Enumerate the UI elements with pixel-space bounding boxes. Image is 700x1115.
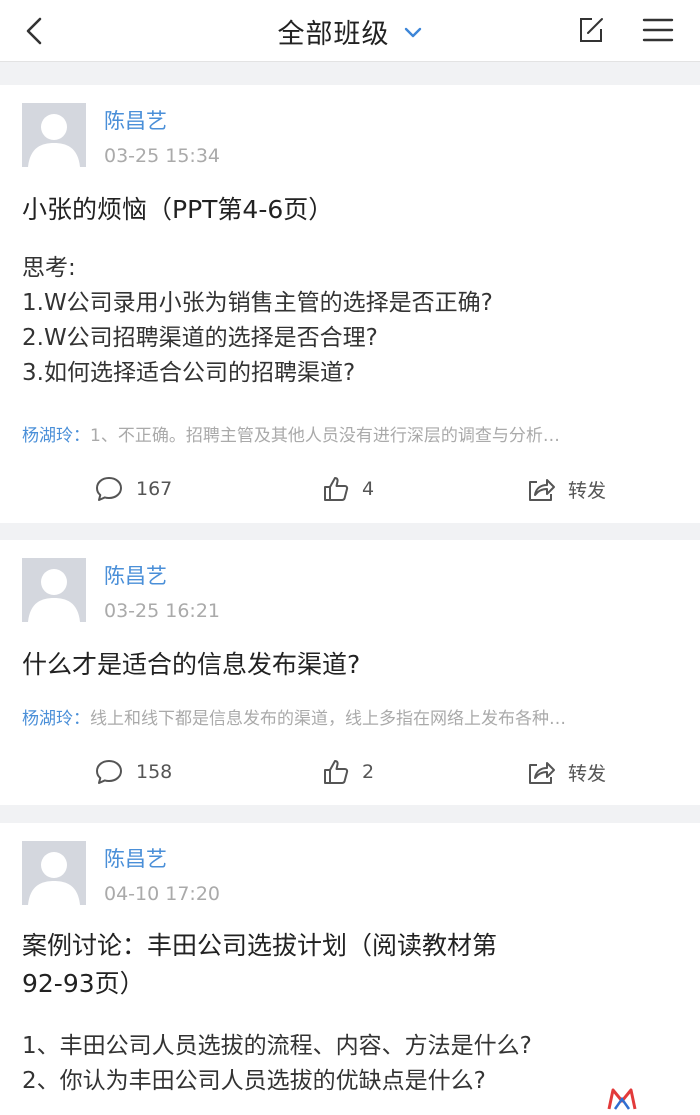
post-title: 小张的烦恼（PPT第4-6页）	[22, 195, 334, 224]
post-title-line: 92-93页）	[22, 969, 145, 998]
comment-icon	[96, 477, 122, 501]
top-nav-bar: 全部班级	[0, 0, 700, 62]
thumbs-up-icon	[324, 477, 349, 501]
post-body-line: 1、丰田公司人员选拔的流程、内容、方法是什么?	[22, 1033, 532, 1059]
comment-text: 线上和线下都是信息发布的渠道，线上多指在网络上发布各种…	[90, 709, 566, 729]
comment-button[interactable]: 158	[94, 752, 172, 792]
avatar[interactable]	[22, 103, 86, 167]
post-card[interactable]: 陈昌艺 04-10 17:20 案例讨论：丰田公司选拔计划（阅读教材第 92-9…	[0, 823, 700, 1115]
post-body-line: 3.如何选择适合公司的招聘渠道?	[22, 360, 356, 386]
logo-watermark-icon	[607, 1087, 637, 1111]
comment-author: 杨湖玲：	[22, 426, 90, 446]
share-button[interactable]: 转发	[526, 469, 606, 509]
comment-icon	[96, 760, 122, 784]
post-body: 1、丰田公司人员选拔的流程、内容、方法是什么? 2、你认为丰田公司人员选拔的优缺…	[22, 1029, 532, 1099]
comment-text: 1、不正确。招聘主管及其他人员没有进行深层的调查与分析…	[90, 426, 560, 446]
post-time: 03-25 16:21	[104, 600, 221, 622]
share-icon	[529, 762, 555, 784]
like-count: 4	[362, 478, 375, 500]
latest-comment[interactable]: 杨湖玲：1、不正确。招聘主管及其他人员没有进行深层的调查与分析…	[22, 421, 672, 446]
post-time: 04-10 17:20	[104, 883, 221, 905]
menu-icon[interactable]	[641, 15, 675, 45]
comment-button[interactable]: 167	[94, 469, 172, 509]
post-title-line: 案例讨论：丰田公司选拔计划（阅读教材第	[22, 931, 498, 960]
share-label: 转发	[568, 479, 607, 502]
like-count: 2	[362, 761, 375, 783]
post-body-line: 1.W公司录用小张为销售主管的选择是否正确?	[22, 290, 493, 316]
like-button[interactable]: 4	[322, 469, 374, 509]
post-body-line: 2、你认为丰田公司人员选拔的优缺点是什么?	[22, 1068, 486, 1094]
comment-count: 167	[136, 478, 173, 500]
post-card[interactable]: 陈昌艺 03-25 15:34 小张的烦恼（PPT第4-6页） 思考: 1.W公…	[0, 85, 700, 523]
post-card[interactable]: 陈昌艺 03-25 16:21 什么才是适合的信息发布渠道? 杨湖玲：线上和线下…	[0, 540, 700, 805]
avatar[interactable]	[22, 841, 86, 905]
share-icon	[529, 479, 555, 501]
chevron-down-icon	[403, 22, 423, 42]
post-title: 什么才是适合的信息发布渠道?	[22, 650, 361, 679]
post-body: 思考: 1.W公司录用小张为销售主管的选择是否正确? 2.W公司招聘渠道的选择是…	[22, 251, 493, 391]
post-time: 03-25 15:34	[104, 145, 221, 167]
comment-author: 杨湖玲：	[22, 709, 90, 729]
post-body-line: 2.W公司招聘渠道的选择是否合理?	[22, 325, 378, 351]
like-button[interactable]: 2	[322, 752, 374, 792]
author-name[interactable]: 陈昌艺	[104, 105, 167, 135]
comment-count: 158	[136, 761, 173, 783]
edit-icon[interactable]	[576, 15, 606, 45]
thumbs-up-icon	[324, 760, 349, 784]
post-title: 案例讨论：丰田公司选拔计划（阅读教材第 92-93页）	[22, 927, 497, 1003]
post-body-line: 思考:	[22, 255, 76, 281]
latest-comment[interactable]: 杨湖玲：线上和线下都是信息发布的渠道，线上多指在网络上发布各种…	[22, 704, 672, 729]
share-label: 转发	[568, 762, 607, 785]
author-name[interactable]: 陈昌艺	[104, 843, 167, 873]
author-name[interactable]: 陈昌艺	[104, 560, 167, 590]
avatar[interactable]	[22, 558, 86, 622]
page-title: 全部班级	[277, 19, 390, 50]
share-button[interactable]: 转发	[526, 752, 606, 792]
